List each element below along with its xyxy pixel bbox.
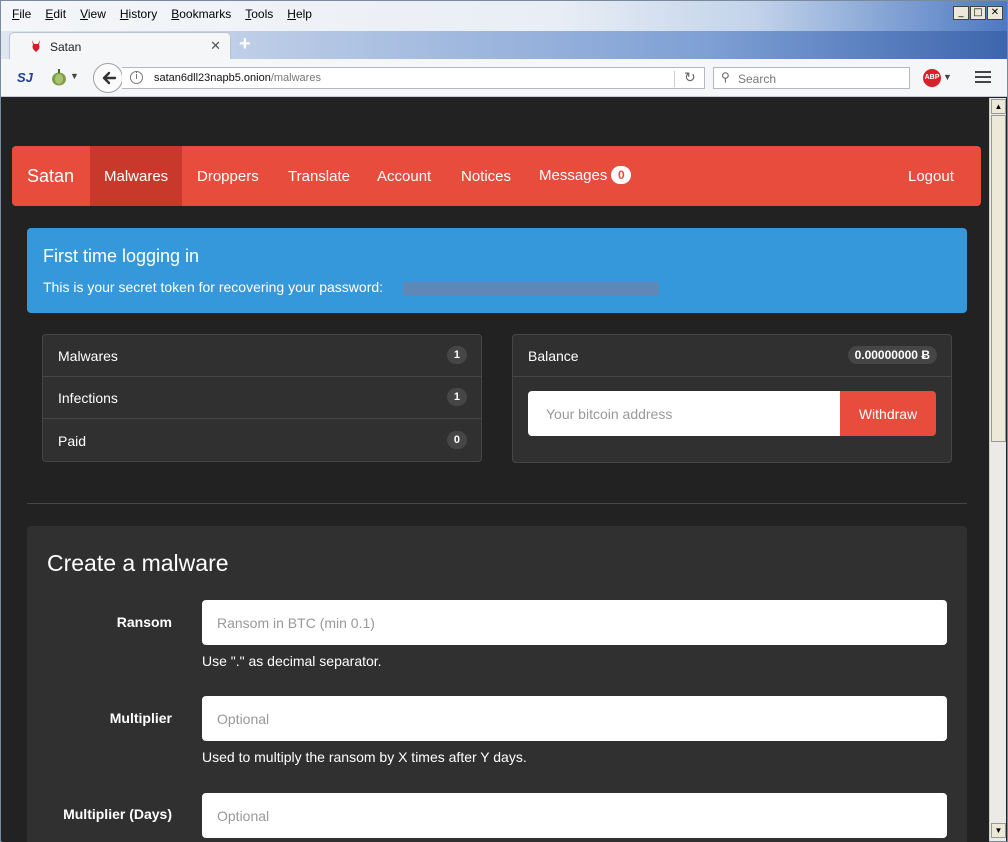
scroll-up-arrow-icon[interactable]: ▲ (991, 99, 1006, 114)
title-bar: File Edit View History Bookmarks Tools H… (1, 1, 1007, 31)
nav-malwares[interactable]: Malwares (104, 168, 168, 185)
nav-droppers[interactable]: Droppers (197, 168, 259, 185)
balance-label: Balance (528, 348, 579, 364)
stat-row-infections[interactable]: Infections 1 (43, 377, 481, 419)
multiplier-days-input[interactable] (202, 793, 947, 838)
multiplier-days-label: Multiplier (Days) (63, 806, 172, 822)
scroll-thumb[interactable] (991, 115, 1006, 442)
onion-icon[interactable] (51, 68, 67, 86)
balance-panel: Balance 0.00000000 Ƀ Withdraw (512, 334, 952, 463)
close-window-button[interactable]: ✕ (987, 6, 1003, 20)
back-button[interactable] (93, 63, 123, 93)
nav-translate[interactable]: Translate (288, 168, 350, 185)
window-controls: _ □ ✕ (953, 6, 1003, 20)
nav-messages[interactable]: Messages 0 (539, 166, 632, 184)
nav-notices[interactable]: Notices (461, 168, 511, 185)
menu-bookmarks[interactable]: Bookmarks (164, 7, 238, 21)
multiplier-input[interactable] (202, 696, 947, 741)
ransom-help-text: Use "." as decimal separator. (202, 653, 382, 669)
multiplier-label: Multiplier (109, 710, 172, 726)
stat-count-badge: 1 (446, 388, 467, 406)
section-divider (27, 503, 967, 504)
vertical-scrollbar[interactable]: ▲ ▼ (989, 98, 1006, 841)
minimize-button[interactable]: _ (953, 6, 969, 20)
site-navbar: Satan Malwares Droppers Translate Accoun… (12, 146, 981, 206)
nav-account[interactable]: Account (377, 168, 431, 185)
menu-edit[interactable]: Edit (38, 7, 73, 21)
site-brand[interactable]: Satan (27, 166, 74, 187)
adblock-dropdown-icon[interactable]: ▼ (943, 72, 952, 82)
search-icon: ⚲ (721, 70, 730, 84)
url-bar[interactable]: i satan6dll23napb5.onion/malwares ↻ (122, 67, 705, 89)
ransom-input[interactable] (202, 600, 947, 645)
bitcoin-address-input[interactable] (528, 391, 840, 436)
ransom-label: Ransom (116, 614, 172, 630)
create-malware-panel: Create a malware Ransom Use "." as decim… (27, 526, 967, 842)
onion-dropdown-icon[interactable]: ▼ (70, 71, 79, 81)
messages-count-badge: 0 (611, 166, 632, 184)
bitcoin-icon: Ƀ (921, 348, 930, 362)
withdraw-button[interactable]: Withdraw (840, 391, 936, 436)
first-login-alert: First time logging in This is your secre… (27, 228, 967, 313)
back-arrow-icon (102, 71, 117, 85)
info-icon[interactable]: i (130, 71, 143, 84)
stat-row-paid[interactable]: Paid 0 (43, 420, 481, 462)
stat-row-malwares[interactable]: Malwares 1 (43, 335, 481, 377)
stat-count-badge: 1 (446, 346, 467, 364)
alert-text: This is your secret token for recovering… (43, 279, 384, 295)
hamburger-menu-icon[interactable] (975, 71, 991, 86)
adblock-icon[interactable]: ABP (923, 69, 941, 87)
create-malware-title: Create a malware (47, 550, 229, 576)
navigation-toolbar: SJ ▼ i satan6dll23napb5.onion/malwares ↻… (1, 59, 1007, 97)
menu-bar: File Edit View History Bookmarks Tools H… (5, 7, 319, 21)
balance-row: Balance 0.00000000 Ƀ (513, 335, 951, 377)
reload-icon[interactable]: ↻ (684, 69, 696, 86)
url-text: satan6dll23napb5.onion/malwares (154, 72, 321, 84)
stat-label: Infections (58, 390, 118, 406)
tab-label: Satan (50, 40, 82, 54)
redacted-secret-token (403, 282, 659, 296)
page-content: Satan Malwares Droppers Translate Accoun… (2, 98, 989, 842)
browser-window: File Edit View History Bookmarks Tools H… (0, 0, 1008, 842)
browser-search-box[interactable]: ⚲ Search (713, 67, 910, 89)
stat-label: Malwares (58, 348, 118, 364)
devil-favicon-icon (32, 40, 40, 52)
url-divider (674, 71, 675, 87)
nav-messages-label: Messages (539, 167, 608, 184)
stat-label: Paid (58, 433, 87, 449)
tab-satan[interactable]: Satan ✕ (9, 32, 231, 59)
scroll-down-arrow-icon[interactable]: ▼ (991, 823, 1006, 838)
stat-count-badge: 0 (446, 431, 467, 449)
nav-logout[interactable]: Logout (908, 168, 954, 185)
sj-addon-icon[interactable]: SJ (17, 70, 33, 85)
tab-strip: Satan ✕ + (1, 31, 1007, 59)
alert-title: First time logging in (43, 246, 200, 266)
tab-close-icon[interactable]: ✕ (210, 38, 221, 54)
menu-tools[interactable]: Tools (238, 7, 280, 21)
menu-file[interactable]: File (5, 7, 38, 21)
menu-view[interactable]: View (73, 7, 113, 21)
maximize-button[interactable]: □ (970, 6, 986, 20)
multiplier-help-text: Used to multiply the ransom by X times a… (202, 749, 527, 765)
menu-history[interactable]: History (113, 7, 164, 21)
new-tab-button[interactable]: + (239, 33, 251, 56)
balance-amount-badge: 0.00000000 Ƀ (847, 346, 937, 364)
search-placeholder: Search (738, 72, 777, 86)
menu-help[interactable]: Help (280, 7, 319, 21)
stats-panel: Malwares 1 Infections 1 Paid 0 (42, 334, 482, 462)
